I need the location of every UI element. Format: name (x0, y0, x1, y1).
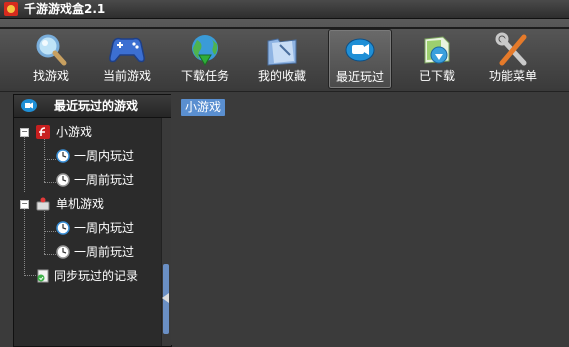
toolbar-label: 我的收藏 (257, 69, 306, 83)
magnifier-icon (36, 34, 67, 66)
collapse-sidebar-arrow-icon[interactable] (162, 293, 169, 303)
toolbar-download-tasks[interactable]: 下载任务 (174, 29, 236, 87)
tree-label: 一周前玩过 (74, 173, 135, 187)
clock-icon (56, 149, 70, 163)
toolbar-my-favorites[interactable]: 我的收藏 (251, 29, 313, 87)
clock-icon (56, 221, 70, 235)
gamepad-icon (109, 37, 145, 63)
downloaded-icon (424, 36, 450, 64)
collapse-toggle[interactable]: − (20, 128, 29, 137)
tree-node-pc-before-week[interactable]: 一周前玩过 (14, 242, 161, 262)
game-tree: − 小游戏 一周内玩过 一周前玩过 − 单机游戏 一周内玩过 一周前玩过 同步玩… (14, 118, 161, 346)
recent-games-panel: 最近玩过的游戏 − 小游戏 一周内玩过 一周前玩过 − 单机游戏 一周内玩过 一… (13, 94, 172, 347)
tab-mini-games[interactable]: 小游戏 (181, 99, 226, 116)
tree-label: 单机游戏 (56, 197, 105, 211)
flash-icon (36, 125, 50, 139)
toolbar-label: 最近玩过 (335, 70, 384, 84)
toolbar-label: 功能菜单 (488, 69, 537, 83)
toolbar-downloaded[interactable]: 已下载 (406, 29, 468, 87)
tree-label: 一周内玩过 (74, 221, 135, 235)
toolbar-recently-played[interactable]: 最近玩过 (328, 29, 392, 89)
tools-icon (495, 32, 527, 66)
tree-label: 小游戏 (56, 125, 93, 139)
tree-node-pc-within-week[interactable]: 一周内玩过 (14, 218, 161, 238)
pc-game-icon (36, 197, 50, 211)
tree-label: 一周内玩过 (74, 149, 135, 163)
tree-node-sync-records[interactable]: 同步玩过的记录 (14, 266, 161, 286)
main-toolbar: 找游戏 当前游戏 下载任务 我的收藏 最近玩过 已下载 功能菜单 (0, 19, 569, 92)
tree-node-mini-games[interactable]: − 小游戏 (14, 122, 161, 142)
window-title: 千游游戏盒2.1 (24, 2, 106, 16)
title-bar: 千游游戏盒2.1 (0, 0, 569, 19)
sync-icon (37, 269, 49, 283)
clock-icon (56, 245, 70, 259)
camera-icon (21, 99, 37, 112)
toolbar-label: 下载任务 (180, 69, 229, 83)
folder-icon (267, 38, 297, 66)
tree-label: 一周前玩过 (74, 245, 135, 259)
panel-title: 最近玩过的游戏 (54, 99, 139, 113)
tree-node-mini-within-week[interactable]: 一周内玩过 (14, 146, 161, 166)
clock-icon (56, 173, 70, 187)
sidebar-scrollbar[interactable] (161, 118, 171, 346)
toolbar-current-games[interactable]: 当前游戏 (96, 29, 158, 87)
app-logo-icon (4, 2, 18, 16)
panel-header: 最近玩过的游戏 (14, 95, 171, 118)
main-content: 小游戏 (171, 94, 569, 345)
tree-label: 同步玩过的记录 (54, 269, 139, 283)
toolbar-function-menu[interactable]: 功能菜单 (482, 29, 544, 87)
collapse-toggle[interactable]: − (20, 200, 29, 209)
toolbar-label: 找游戏 (32, 69, 69, 83)
camera-icon (345, 38, 375, 62)
toolbar-find-games[interactable]: 找游戏 (20, 29, 82, 87)
toolbar-label: 当前游戏 (102, 69, 151, 83)
toolbar-label: 已下载 (418, 69, 455, 83)
tree-node-mini-before-week[interactable]: 一周前玩过 (14, 170, 161, 190)
tree-node-pc-games[interactable]: − 单机游戏 (14, 194, 161, 214)
globe-download-icon (192, 35, 218, 66)
